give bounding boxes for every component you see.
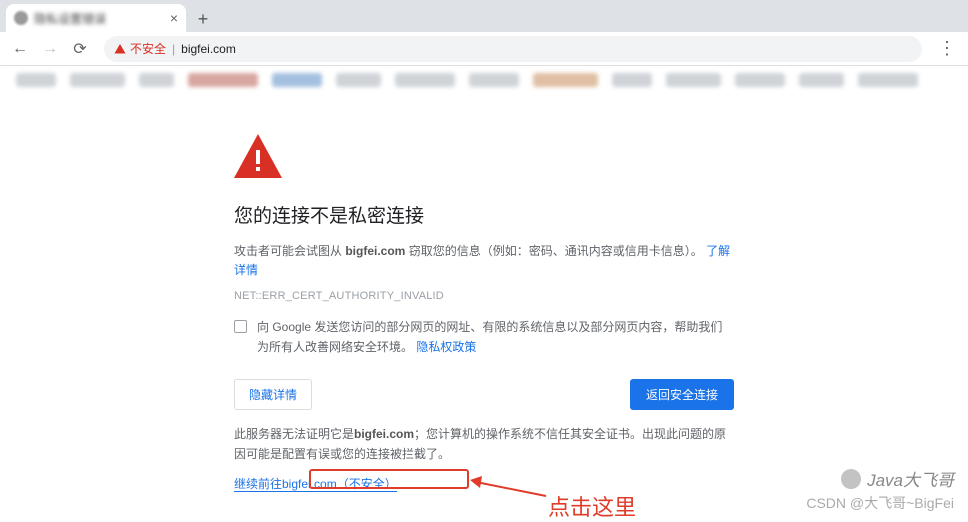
bookmark-item[interactable] [533, 73, 598, 87]
watermark-csdn: CSDN @大飞哥~BigFei [806, 493, 954, 513]
bookmark-item[interactable] [336, 73, 381, 87]
warning-panel: 您的连接不是私密连接 攻击者可能会试图从 bigfei.com 窃取您的信息（例… [234, 94, 734, 519]
url-separator: | [172, 42, 175, 56]
toolbar: ← → ⟳ 不安全 | bigfei.com ⋮ [0, 32, 968, 66]
bookmark-item[interactable] [735, 73, 785, 87]
text: 此服务器无法证明它是 [234, 427, 354, 441]
annotation-arrow-icon [470, 476, 550, 502]
new-tab-button[interactable]: + [190, 6, 216, 32]
globe-icon [14, 11, 28, 25]
not-secure-label: 不安全 [130, 40, 166, 57]
bookmark-item[interactable] [612, 73, 652, 87]
bookmark-item[interactable] [666, 73, 721, 87]
back-button[interactable]: ← [8, 37, 32, 61]
watermark-text: Java大飞哥 [867, 466, 954, 491]
error-code: NET::ERR_CERT_AUTHORITY_INVALID [234, 290, 734, 302]
privacy-policy-link[interactable]: 隐私权政策 [416, 340, 476, 354]
warning-headline: 您的连接不是私密连接 [234, 201, 734, 228]
bookmark-item[interactable] [799, 73, 844, 87]
content-area: 您的连接不是私密连接 攻击者可能会试图从 bigfei.com 窃取您的信息（例… [0, 94, 968, 519]
annotation-label: 点击这里 [548, 490, 636, 522]
opt-in-checkbox[interactable] [234, 320, 247, 333]
bookmark-item[interactable] [469, 73, 519, 87]
button-row: 隐藏详情 返回安全连接 [234, 379, 734, 410]
warning-description: 攻击者可能会试图从 bigfei.com 窃取您的信息（例如：密码、通讯内容或信… [234, 242, 734, 280]
text: 攻击者可能会试图从 [234, 244, 345, 258]
url-text: bigfei.com [181, 42, 236, 56]
tab-strip: 隐私设置错误 × + [0, 0, 968, 32]
bookmark-item[interactable] [70, 73, 125, 87]
address-bar[interactable]: 不安全 | bigfei.com [104, 36, 922, 62]
explanation-domain: bigfei.com [354, 427, 414, 441]
security-indicator[interactable]: 不安全 [114, 40, 166, 57]
watermark-java: Java大飞哥 [841, 466, 954, 491]
bookmark-item[interactable] [139, 73, 174, 87]
bookmark-item[interactable] [272, 73, 322, 87]
forward-button[interactable]: → [38, 37, 62, 61]
annotation-box [309, 469, 469, 489]
explanation-text: 此服务器无法证明它是bigfei.com；您计算机的操作系统不信任其安全证书。出… [234, 424, 734, 465]
text: 向 Google 发送您访问的部分网页的网址、有限的系统信息以及部分网页内容，帮… [257, 320, 722, 353]
warning-icon [114, 43, 126, 55]
close-icon[interactable]: × [170, 10, 178, 26]
bookmark-item[interactable] [16, 73, 56, 87]
warning-triangle-icon [234, 134, 734, 181]
reload-button[interactable]: ⟳ [68, 37, 92, 61]
menu-button[interactable]: ⋮ [934, 38, 960, 59]
warning-domain: bigfei.com [345, 244, 405, 258]
hide-details-button[interactable]: 隐藏详情 [234, 379, 312, 410]
bookmark-item[interactable] [858, 73, 918, 87]
wechat-icon [841, 469, 861, 489]
tab-title: 隐私设置错误 [34, 10, 164, 27]
text: 窃取您的信息（例如：密码、通讯内容或信用卡信息）。 [409, 244, 703, 258]
opt-in-text: 向 Google 发送您访问的部分网页的网址、有限的系统信息以及部分网页内容，帮… [257, 318, 734, 356]
browser-tab[interactable]: 隐私设置错误 × [6, 4, 186, 32]
opt-in-row: 向 Google 发送您访问的部分网页的网址、有限的系统信息以及部分网页内容，帮… [234, 318, 734, 356]
bookmark-item[interactable] [188, 73, 258, 87]
bookmark-bar [0, 66, 968, 94]
bookmark-item[interactable] [395, 73, 455, 87]
back-to-safety-button[interactable]: 返回安全连接 [630, 379, 734, 410]
